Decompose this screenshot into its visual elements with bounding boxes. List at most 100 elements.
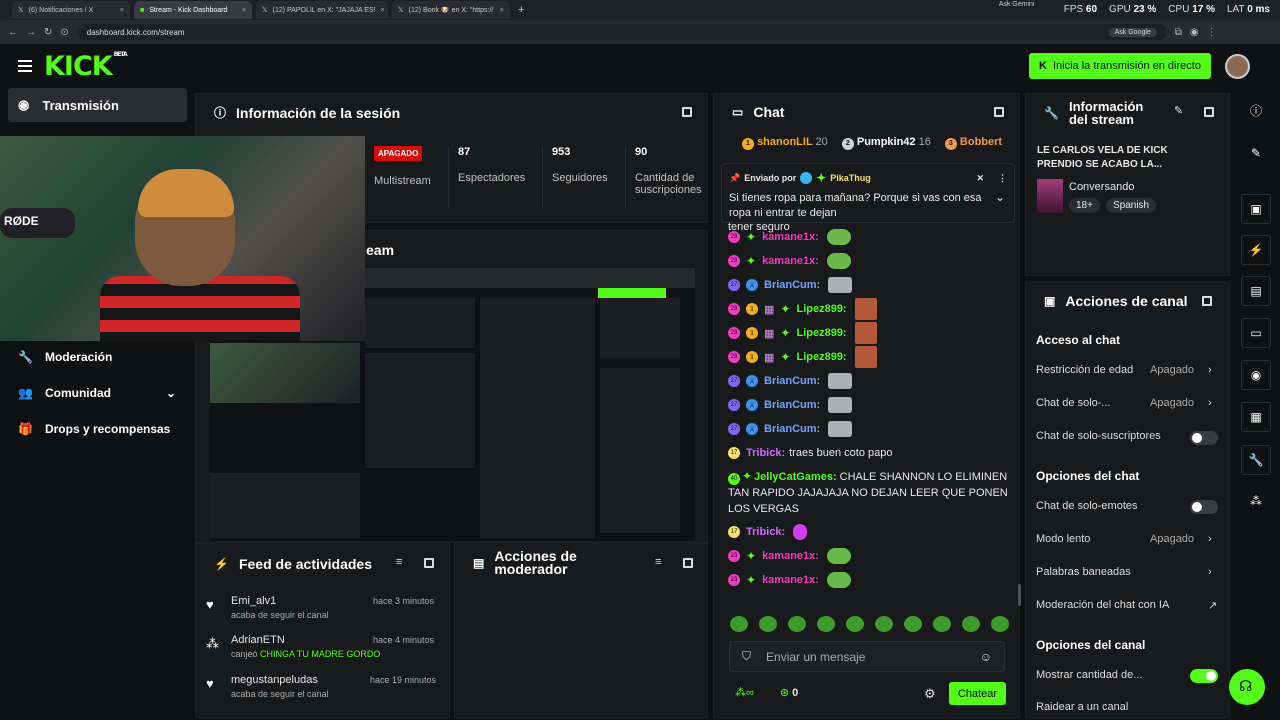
edit-icon[interactable]: ✎ (1174, 104, 1183, 117)
chat-username[interactable]: Lipez899: (796, 327, 846, 339)
feed-item: ⁂ AdrianETN canjeó CHINGA TU MADRE GORDO… (206, 634, 451, 659)
chat-username[interactable]: BrianCum: (764, 375, 820, 387)
action-raid[interactable]: Raidear a un canal (1036, 701, 1216, 713)
chat-message: 23 ✦ kamane1x: (728, 225, 1018, 249)
emote-icon[interactable] (904, 616, 922, 632)
edit-icon[interactable]: ✎ (1241, 138, 1271, 168)
emote-icon[interactable] (962, 616, 980, 632)
browser-tab-kick-dashboard[interactable]: ■ Stream - Kick Dashboard × (134, 1, 252, 19)
gear-icon[interactable]: ⚙ (924, 686, 936, 702)
expand-icon[interactable] (1204, 107, 1214, 117)
ask-google-button[interactable]: Ask Google (1108, 27, 1157, 37)
emote-icon[interactable] (730, 616, 748, 632)
filter-icon[interactable]: ≡ (396, 556, 402, 568)
list-icon[interactable]: ▤ (1241, 276, 1271, 306)
subscriber-badge-icon: 23 (728, 550, 740, 562)
browser-tab-notifications[interactable]: 𝕏 (6) Notificaciones / X × (12, 1, 130, 19)
sidebar-item-transmision[interactable]: ◉ Transmisión (8, 88, 187, 122)
pinned-username[interactable]: PikaThug (830, 173, 871, 183)
kick-logo[interactable]: KICK BETA (44, 51, 128, 82)
url-field[interactable]: dashboard.kick.com/stream Ask Google (76, 24, 1167, 40)
ask-gemini[interactable]: Ask Gemini (999, 1, 1035, 8)
chat-emote (826, 229, 851, 245)
subscriber-badge-icon: 23 (728, 303, 740, 315)
browser-tab-papolil[interactable]: 𝕏 (12) PAPOLIL en X: "JAJAJA ES! × (256, 1, 388, 19)
chat-scrollbar[interactable] (1018, 584, 1021, 606)
show-count-toggle[interactable] (1190, 669, 1218, 683)
leaderboard-entry[interactable]: 1 shanonLIL 20 (742, 136, 828, 150)
action-chat-only[interactable]: Chat de solo-... Apagado › (1036, 397, 1216, 409)
browser-tab-bonk[interactable]: 𝕏 (12) Bonk 🐶 en X: "https://× (392, 1, 510, 19)
chat-username[interactable]: kamane1x: (762, 550, 819, 562)
info-icon[interactable]: ⓘ (1241, 95, 1271, 125)
chat-input[interactable]: ⛉ Enviar un mensaje ☺ (729, 641, 1005, 672)
chat-username[interactable]: Tribick: (746, 447, 785, 459)
save-icon[interactable]: ▦ (1241, 402, 1271, 432)
channel-icon[interactable]: ▣ (1241, 194, 1271, 224)
chevron-down-icon[interactable]: ⌄ (995, 190, 1005, 204)
action-age-restriction[interactable]: Restricción de edad Apagado › (1036, 364, 1216, 376)
extensions-icon[interactable]: ⧉ (1175, 27, 1182, 38)
emote-icon[interactable] (817, 616, 835, 632)
chat-username[interactable]: BrianCum: (764, 279, 820, 291)
kick-coins-infinity-icon[interactable]: ⁂∞ (735, 686, 754, 699)
close-icon[interactable]: × (500, 7, 504, 14)
site-info-icon[interactable]: ⊙ (60, 27, 68, 38)
expand-icon[interactable] (994, 107, 1004, 117)
chat-username[interactable]: kamane1x: (762, 231, 819, 243)
menu-icon[interactable]: ⋮ (1207, 27, 1217, 38)
sidebar-item-moderacion[interactable]: 🔧 Moderación (18, 350, 112, 364)
new-tab-icon[interactable]: + (518, 4, 524, 16)
subscribers-only-toggle[interactable] (1190, 431, 1218, 445)
chat-username[interactable]: BrianCum: (764, 423, 820, 435)
filter-icon[interactable]: ≡ (655, 556, 661, 568)
wrench-icon[interactable]: 🔧 (1241, 445, 1271, 475)
more-options-icon[interactable]: ⋮ (998, 173, 1007, 184)
sidebar-item-comunidad[interactable]: 👥 Comunidad ⌄ (18, 386, 176, 400)
forward-icon[interactable]: → (26, 27, 36, 38)
emote-only-toggle[interactable] (1190, 500, 1218, 514)
chat-username[interactable]: Lipez899: (796, 351, 846, 363)
leaderboard-entry[interactable]: 3 Bobbert (944, 136, 1002, 150)
expand-icon[interactable] (424, 558, 434, 568)
chat-bubble-icon[interactable]: ▭ (1241, 318, 1271, 348)
chat-username[interactable]: kamane1x: (762, 574, 819, 586)
emote-icon[interactable] (875, 616, 893, 632)
chat-username[interactable]: kamane1x: (762, 255, 819, 267)
avatar[interactable] (1225, 54, 1250, 79)
expand-icon[interactable] (1202, 296, 1212, 306)
leaderboard-entry[interactable]: 2 Pumpkin42 16 (841, 136, 931, 150)
emote-icon[interactable] (846, 616, 864, 632)
profile-icon[interactable]: ◉ (1190, 27, 1199, 38)
reload-icon[interactable]: ↻ (44, 27, 52, 38)
go-live-button[interactable]: K Inicia la transmisión en directo (1029, 53, 1211, 79)
shield-icon: ⛉ (742, 649, 752, 663)
kick-coins-icon[interactable]: ⁂ (1241, 486, 1271, 516)
unpin-icon[interactable]: ✕ (976, 173, 984, 184)
chat-message: 23 1 ▦ ✦ Lipez899: (728, 321, 1018, 345)
emote-icon[interactable] (788, 616, 806, 632)
help-button[interactable]: ☊ (1229, 669, 1265, 705)
chat-username[interactable]: Tribick: (746, 526, 785, 538)
hamburger-icon[interactable] (18, 60, 32, 72)
sidebar-item-drops[interactable]: 🎁 Drops y recompensas (18, 422, 170, 436)
lightning-icon[interactable]: ⚡ (1241, 235, 1271, 265)
close-icon[interactable]: × (381, 7, 385, 14)
expand-icon[interactable] (682, 107, 692, 117)
emote-icon[interactable] (933, 616, 951, 632)
expand-icon[interactable] (683, 558, 693, 568)
emoji-icon[interactable]: ☺ (980, 650, 992, 664)
close-icon[interactable]: × (120, 7, 124, 14)
action-banned-words[interactable]: Palabras baneadas › (1036, 566, 1216, 578)
back-icon[interactable]: ← (8, 27, 18, 38)
send-chat-button[interactable]: Chatear (949, 682, 1006, 705)
broadcast-icon[interactable]: ◉ (1241, 360, 1271, 390)
emote-icon[interactable] (991, 616, 1009, 632)
chat-username[interactable]: JellyCatGames: (754, 471, 837, 483)
chat-username[interactable]: Lipez899: (796, 303, 846, 315)
close-icon[interactable]: × (242, 7, 246, 14)
action-ai-moderation[interactable]: Moderación del chat con IA ↗ (1036, 599, 1217, 612)
chat-username[interactable]: BrianCum: (764, 399, 820, 411)
action-slow-mode[interactable]: Modo lento Apagado › (1036, 533, 1216, 545)
emote-icon[interactable] (759, 616, 777, 632)
